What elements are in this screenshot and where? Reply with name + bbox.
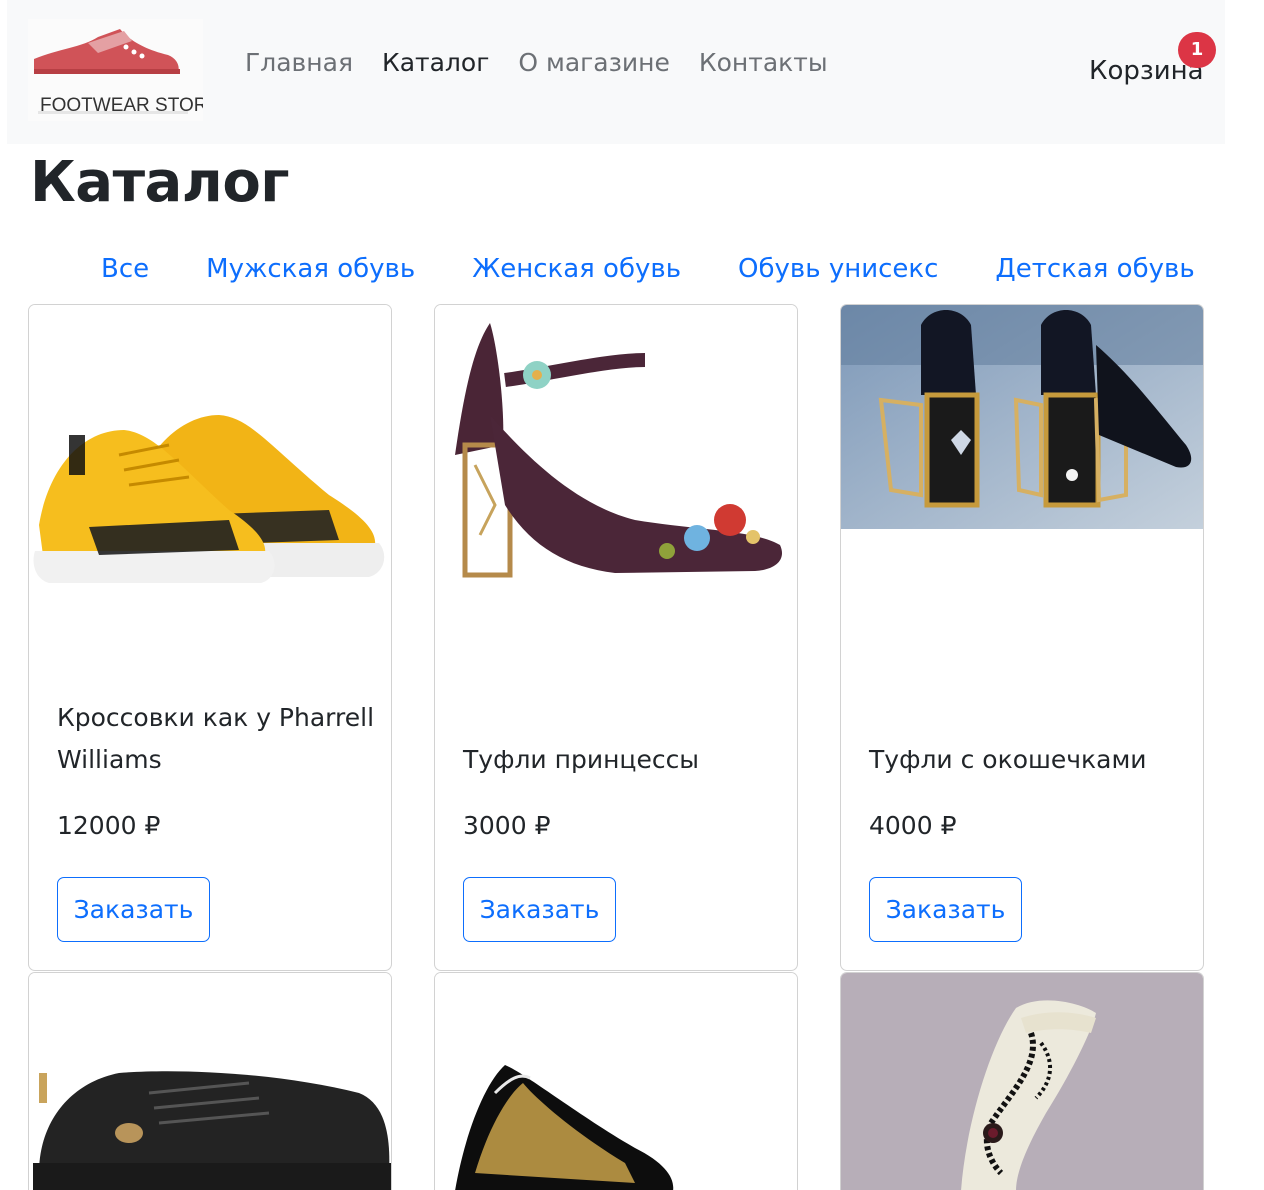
product-body: Туфли принцессы xyxy=(463,739,783,781)
product-card xyxy=(840,972,1204,1190)
product-title: Кроссовки как у Pharrell Williams xyxy=(57,703,375,774)
main-nav: Главная Каталог О магазине Контакты xyxy=(245,48,857,77)
nav-contacts[interactable]: Контакты xyxy=(699,48,828,77)
product-price: 12000 ₽ xyxy=(57,811,161,840)
filter-all[interactable]: Все xyxy=(101,254,149,284)
window-heels-icon xyxy=(841,305,1203,529)
product-card xyxy=(434,972,798,1190)
filter-kids[interactable]: Детская обувь xyxy=(995,254,1194,284)
product-image xyxy=(841,973,1203,1190)
product-image xyxy=(841,305,1203,529)
product-card: Туфли принцессы 3000 ₽ Заказать xyxy=(434,304,798,971)
logo-text: FOOTWEAR STORE xyxy=(40,95,203,116)
black-sneakers-icon xyxy=(29,973,391,1190)
product-image xyxy=(435,973,797,1190)
product-body: Туфли с окошечками xyxy=(869,739,1189,781)
product-card: Туфли с окошечками 4000 ₽ Заказать xyxy=(840,304,1204,971)
filter-men[interactable]: Мужская обувь xyxy=(206,254,415,284)
felt-slippers-icon xyxy=(841,973,1203,1190)
product-card: Кроссовки как у Pharrell Williams 12000 … xyxy=(28,304,392,971)
order-button[interactable]: Заказать xyxy=(463,877,616,942)
order-button[interactable]: Заказать xyxy=(869,877,1022,942)
product-body: Кроссовки как у Pharrell Williams xyxy=(57,697,377,781)
patent-pumps-icon xyxy=(435,973,797,1190)
product-price-row: 3000 ₽ xyxy=(463,811,783,840)
product-price-row: 4000 ₽ xyxy=(869,811,1189,840)
product-image xyxy=(29,305,391,665)
filter-unisex[interactable]: Обувь унисекс xyxy=(738,254,938,284)
order-button[interactable]: Заказать xyxy=(57,877,210,942)
category-filters: Все Мужская обувь Женская обувь Обувь ун… xyxy=(101,254,1195,284)
product-price: 3000 ₽ xyxy=(463,811,551,840)
filter-women[interactable]: Женская обувь xyxy=(472,254,681,284)
nav-catalog[interactable]: Каталог xyxy=(382,48,489,77)
product-image xyxy=(29,973,391,1190)
page-title: Каталог xyxy=(30,150,290,215)
yellow-sneakers-icon xyxy=(29,305,391,665)
cart-count-badge: 1 xyxy=(1178,32,1216,68)
navbar: FOOTWEAR STORE Главная Каталог О магазин… xyxy=(7,0,1225,144)
nav-home[interactable]: Главная xyxy=(245,48,353,77)
product-title: Туфли принцессы xyxy=(463,745,700,774)
nav-about[interactable]: О магазине xyxy=(518,48,670,77)
product-card xyxy=(28,972,392,1190)
product-price: 4000 ₽ xyxy=(869,811,957,840)
velvet-heels-icon xyxy=(435,305,797,665)
store-logo[interactable]: FOOTWEAR STORE xyxy=(28,19,203,121)
product-price-row: 12000 ₽ xyxy=(57,811,377,840)
product-title: Туфли с окошечками xyxy=(869,745,1147,774)
product-image xyxy=(435,305,797,665)
